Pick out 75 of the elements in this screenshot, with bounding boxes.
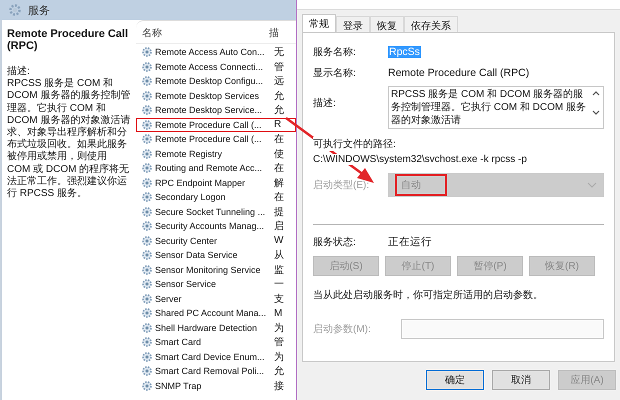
service-row[interactable]: Secure Socket Tunneling ... 提 xyxy=(136,204,296,219)
field-label: 服务状态: xyxy=(313,236,357,248)
dialog-button[interactable]: 确定 xyxy=(426,370,484,390)
gear-icon xyxy=(141,104,153,116)
service-row[interactable]: Sensor Service 一 xyxy=(136,277,296,292)
tab[interactable]: 登录 xyxy=(336,16,370,32)
service-row[interactable]: Remote Procedure Call (... R xyxy=(136,118,296,132)
gear-icon xyxy=(141,380,153,392)
gear-icon xyxy=(141,46,153,58)
service-heading: Remote Procedure Call (RPC) xyxy=(7,28,130,52)
gear-icon xyxy=(141,234,153,247)
service-row[interactable]: Remote Desktop Services 允 xyxy=(136,88,296,103)
gear-icon xyxy=(141,133,153,146)
gear-icon xyxy=(141,322,153,334)
chevron-down-icon xyxy=(587,182,597,188)
status-value: 正在运行 xyxy=(388,234,432,248)
gear-icon xyxy=(141,191,153,204)
service-row[interactable]: Sensor Data Service 从 xyxy=(136,248,296,262)
service-row[interactable]: SNMP Trap 接 xyxy=(136,378,296,393)
service-row[interactable]: Smart Card Removal Poli... 允 xyxy=(136,364,296,378)
path-value: C:\WINDOWS\system32\svchost.exe -k rpcss -p xyxy=(313,154,527,165)
gear-icon xyxy=(141,249,153,262)
gear-icon xyxy=(141,365,153,378)
service-row[interactable]: Shared PC Account Mana... M xyxy=(136,306,296,320)
gear-icon xyxy=(8,3,22,17)
field-label: 服务名称: xyxy=(313,46,357,58)
gear-icon xyxy=(141,162,153,174)
tab[interactable]: 常规 xyxy=(302,14,336,32)
hint-text: 当从此处启动服务时，你可指定所适用的启动参数。 xyxy=(313,288,544,302)
service-row[interactable]: Remote Desktop Service... 允 xyxy=(136,103,296,118)
service-row[interactable]: Sensor Monitoring Service 监 xyxy=(136,262,296,277)
gear-icon xyxy=(141,60,153,73)
gear-icon xyxy=(141,336,153,348)
service-name-value: RpcSs xyxy=(388,46,421,58)
field-label: 可执行文件的路径: xyxy=(313,137,396,151)
field-label: 启动参数(M): xyxy=(313,322,372,336)
tab[interactable]: 依存关系 xyxy=(404,16,458,32)
service-row[interactable]: Secondary Logon 在 xyxy=(136,190,296,204)
service-row[interactable]: Smart Card Device Enum... 为 xyxy=(136,350,296,364)
column-header[interactable]: 描 xyxy=(269,26,279,40)
gear-icon xyxy=(141,176,153,189)
service-row[interactable]: Security Center W xyxy=(136,234,296,248)
gear-icon xyxy=(141,307,153,320)
service-row[interactable]: Remote Registry 使 xyxy=(136,146,296,161)
service-row[interactable]: Routing and Remote Acc... 在 xyxy=(136,161,296,176)
field-label: 描述: xyxy=(313,96,337,110)
tab[interactable]: 恢复 xyxy=(370,16,404,32)
gear-icon xyxy=(141,220,153,232)
window-title: 服务 xyxy=(28,4,50,18)
service-row[interactable]: RPC Endpoint Mapper 解 xyxy=(136,176,296,190)
gear-icon xyxy=(141,90,153,102)
display-name-value: Remote Procedure Call (RPC) xyxy=(388,66,530,78)
gear-icon xyxy=(141,264,153,276)
service-description: RPCSS 服务是 COM 和 DCOM 服务器的服务控制管理器。它执行 COM 和 DCOM 服务器的对象激活请求、对象导出程序解析和分布式垃圾回收。如果此服务被停用或禁用，则使用 COM 或 DCOM 的程序将无法正常工作。强烈建议你运行 RPCSS 服务。 xyxy=(7,78,131,200)
service-row[interactable]: Shell Hardware Detection 为 xyxy=(136,320,296,335)
service-row[interactable]: Security Accounts Manag... 启 xyxy=(136,219,296,234)
gear-icon xyxy=(141,148,153,160)
gear-icon xyxy=(141,75,153,88)
field-label: 启动类型(E): xyxy=(313,178,370,192)
service-row[interactable]: Remote Access Connecti... 管 xyxy=(136,60,296,74)
description-field[interactable]: RPCSS 服务是 COM 和 DCOM 服务器的服务控制管理器。它执行 COM 和 DCOM 服务器的对象激活请 xyxy=(388,86,604,129)
gear-icon xyxy=(141,206,153,218)
service-row[interactable]: Server 支 xyxy=(136,292,296,306)
description-label: 描述: xyxy=(7,66,31,78)
gear-icon xyxy=(141,350,153,363)
field-label: 显示名称: xyxy=(313,66,357,80)
dialog-button[interactable]: 取消 xyxy=(492,370,550,390)
service-row[interactable]: Remote Access Auto Con... 无 xyxy=(136,45,296,60)
service-row[interactable]: Remote Desktop Configu... 远 xyxy=(136,74,296,88)
service-row[interactable]: Remote Procedure Call (... 在 xyxy=(136,132,296,146)
service-row[interactable]: Smart Card 管 xyxy=(136,335,296,350)
column-header[interactable]: 名称 xyxy=(136,26,269,40)
gear-icon xyxy=(141,292,153,305)
gear-icon xyxy=(141,278,153,290)
gear-icon xyxy=(141,118,153,131)
